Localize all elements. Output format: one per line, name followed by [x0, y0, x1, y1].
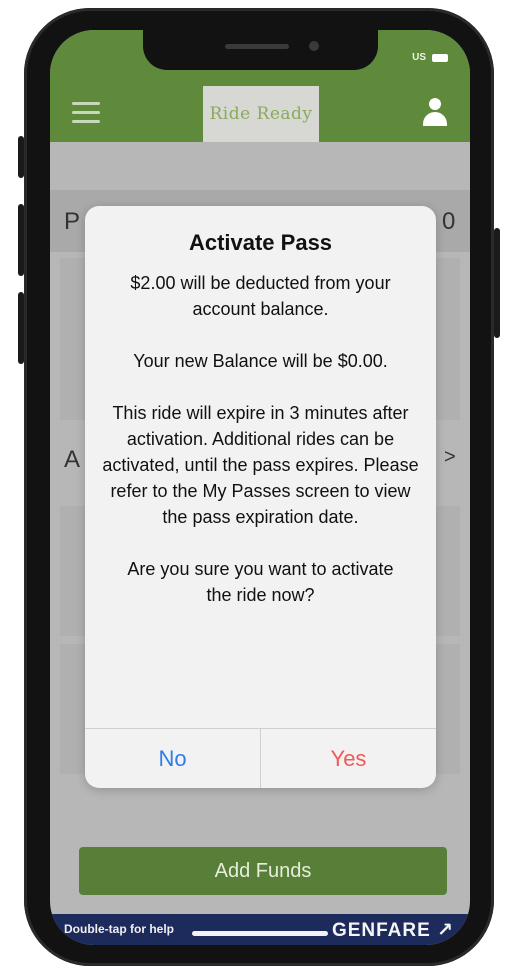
power-button: [494, 228, 500, 338]
dialog-paragraph: Your new Balance will be $0.00.: [133, 351, 388, 371]
notch: [143, 30, 378, 70]
front-camera: [309, 41, 319, 51]
signal-text: US: [412, 52, 426, 63]
mute-switch: [18, 136, 24, 178]
background-letter: P: [64, 208, 81, 235]
activate-pass-dialog: Activate Pass $2.00 will be deducted fro…: [85, 206, 436, 788]
dialog-actions: No Yes: [85, 728, 436, 788]
volume-down-button: [18, 292, 24, 364]
ride-ready-logo: Ride Ready: [203, 86, 319, 142]
background-char: >: [444, 446, 456, 468]
yes-button[interactable]: Yes: [261, 729, 436, 788]
battery-icon: [432, 54, 448, 62]
background-char: 0: [442, 208, 456, 235]
dialog-paragraph: This ride will expire in 3 minutes after…: [102, 403, 419, 527]
dialog-title: Activate Pass: [188, 230, 333, 255]
dialog-message: $2.00 will be deducted from your account…: [101, 270, 420, 608]
logo-text: Ride Ready: [209, 104, 313, 124]
speaker: [225, 44, 289, 49]
footer-bar: Double-tap for help GENFARE ↗: [50, 914, 470, 945]
phone-screen: US Ride Ready P 0 A > Add Funds Double-t…: [50, 30, 470, 945]
genfare-logo: GENFARE ↗: [331, 920, 454, 941]
dialog-paragraph: Are you sure you want to activate the ri…: [127, 559, 394, 605]
app-bar: Ride Ready: [50, 86, 470, 142]
dialog-paragraph: $2.00 will be deducted from your account…: [130, 273, 391, 319]
no-button[interactable]: No: [85, 729, 261, 788]
add-funds-button[interactable]: Add Funds: [79, 847, 447, 895]
menu-icon[interactable]: [72, 102, 100, 124]
home-indicator[interactable]: [192, 931, 328, 936]
user-icon[interactable]: [422, 98, 448, 128]
volume-up-button: [18, 204, 24, 276]
background-letter: A: [64, 446, 81, 473]
help-hint: Double-tap for help: [64, 922, 174, 936]
